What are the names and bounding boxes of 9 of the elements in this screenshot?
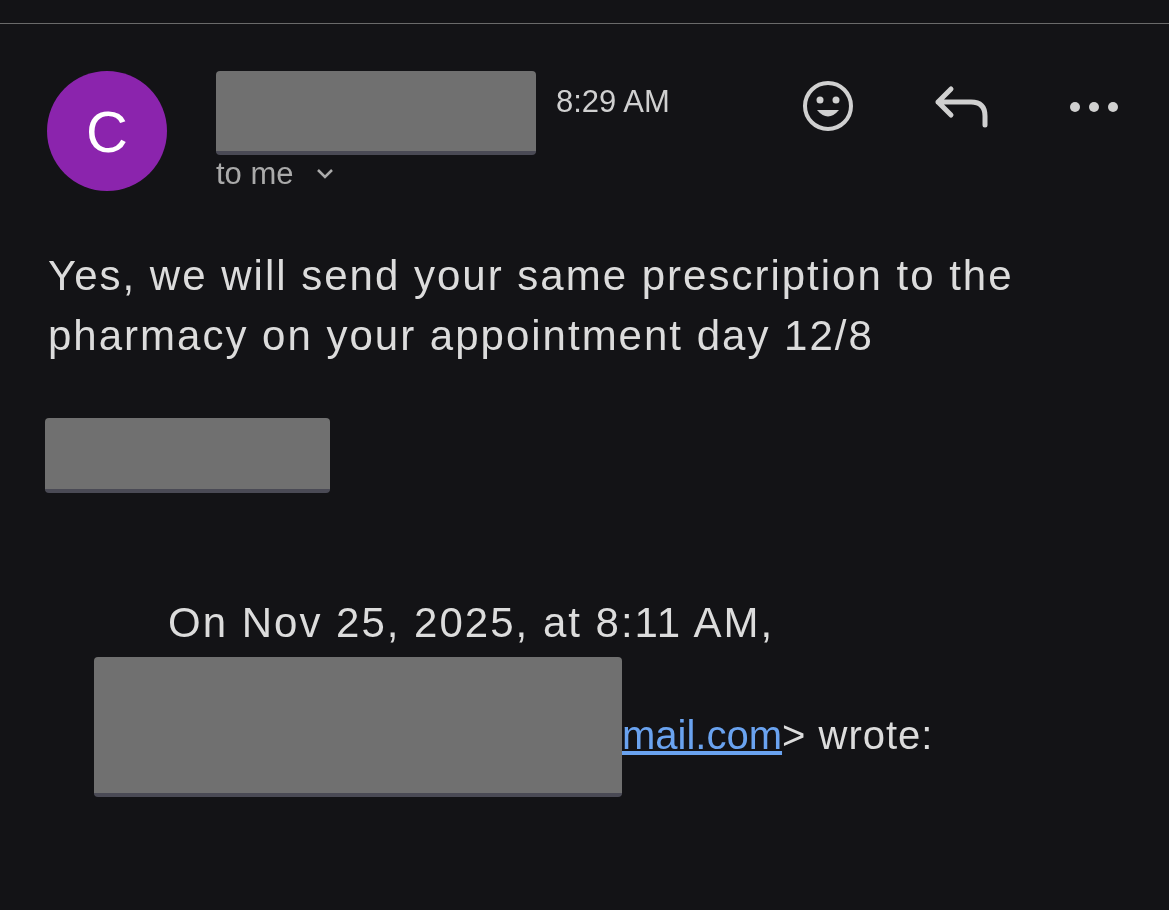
message-body: Yes, we will send your same prescription to the pharmacy on your appointment day 12/8 — [48, 250, 1015, 361]
time-label: 8:29 AM — [556, 83, 670, 121]
wrote-label: > wrote: — [782, 711, 934, 759]
avatar: C — [47, 71, 167, 191]
quote-header: On Nov 25, 2025, at 8:11 AM, — [168, 597, 776, 648]
chevron-down-icon — [315, 168, 334, 181]
emoji-icon[interactable] — [801, 79, 855, 133]
email-link[interactable]: mail.com — [622, 704, 783, 765]
recipient-toggle[interactable]: to me — [216, 151, 670, 198]
